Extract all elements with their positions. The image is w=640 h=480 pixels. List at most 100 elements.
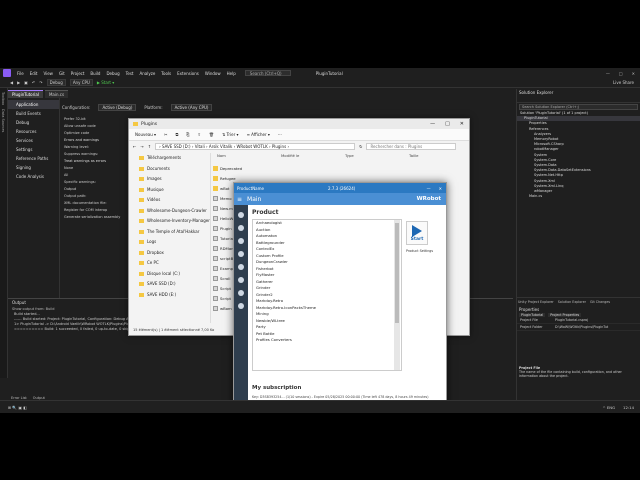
product-item[interactable]: Profiles Converters	[253, 337, 401, 344]
scrollbar-thumb[interactable]	[395, 223, 399, 323]
tab-main-cs[interactable]: Main.cs	[44, 90, 69, 98]
nav-item[interactable]: Disque local (C:)	[129, 269, 210, 280]
profile-icon[interactable]	[238, 238, 244, 244]
nav-build-events[interactable]: Build Events	[8, 109, 59, 118]
unsafe-code-checkbox[interactable]: Allow unsafe code	[64, 123, 120, 130]
more-icon[interactable]: ···	[278, 132, 282, 137]
prefer-32bit-checkbox[interactable]: Prefer 32-bit	[64, 116, 120, 123]
nav-reference-paths[interactable]: Reference Paths	[8, 154, 59, 163]
nav-code-analysis[interactable]: Code Analysis	[8, 172, 59, 181]
config-select[interactable]: Active (Debug)	[98, 103, 137, 111]
nav-item[interactable]: SAVE SSD (D:)	[129, 279, 210, 290]
nav-item[interactable]: Ce PC	[129, 258, 210, 269]
nav-application[interactable]: Application	[8, 100, 59, 109]
tools-icon[interactable]	[238, 251, 244, 257]
nav-debug[interactable]: Debug	[8, 118, 59, 127]
col-modified[interactable]: Modifié le	[277, 153, 341, 161]
nav-item[interactable]: Wholesome-Inventory-Manager	[129, 216, 210, 227]
col-name[interactable]: Nom	[213, 153, 277, 161]
optimize-code-checkbox[interactable]: Optimize code	[64, 130, 120, 137]
main-cs-node[interactable]: Main.cs	[517, 194, 640, 199]
share-icon[interactable]: ⇪	[198, 132, 201, 137]
com-interop-checkbox[interactable]: Register for COM interop	[64, 207, 120, 214]
nav-resources[interactable]: Resources	[8, 127, 59, 136]
menu-extensions[interactable]: Extensions	[174, 71, 202, 76]
product-settings-button[interactable]: Product Settings	[406, 249, 433, 253]
platform-dropdown[interactable]: Any CPU	[69, 79, 93, 86]
map-icon[interactable]	[238, 264, 244, 270]
tab-solution-explorer[interactable]: Solution Explorer	[558, 300, 586, 304]
col-size[interactable]: Taille	[405, 153, 469, 161]
tray-icons[interactable]: ^ ENG	[602, 405, 615, 410]
nav-settings[interactable]: Settings	[8, 145, 59, 154]
toolbox-tab[interactable]: Toolbox	[1, 92, 5, 105]
menu-edit[interactable]: Edit	[27, 71, 41, 76]
property-row[interactable]: Project Folder D:\WoW\WOtlk\Plugins\Plug…	[517, 324, 640, 331]
nav-item[interactable]: Documents	[129, 164, 210, 175]
up-icon[interactable]: ↑	[148, 144, 151, 149]
tab-unity-explorer[interactable]: Unity Project Explorer	[518, 300, 554, 304]
redo-icon[interactable]: ↷	[39, 80, 42, 85]
nav-item[interactable]: SAVE HDD (E:)	[129, 290, 210, 301]
col-type[interactable]: Type	[341, 153, 405, 161]
cut-icon[interactable]: ✂	[164, 132, 167, 137]
close-icon[interactable]: ✕	[460, 121, 464, 127]
back-icon[interactable]: ←	[133, 144, 136, 149]
search-box[interactable]: Search (Ctrl+Q)	[244, 70, 291, 76]
nav-signing[interactable]: Signing	[8, 163, 59, 172]
log-icon[interactable]	[238, 290, 244, 296]
nav-item[interactable]: Musique	[129, 185, 210, 196]
live-share-button[interactable]: Live Share	[613, 80, 634, 85]
solution-search-input[interactable]: Search Solution Explorer (Ctrl+;)	[519, 104, 638, 110]
new-button[interactable]: Nouveau ▾	[135, 132, 156, 137]
save-icon[interactable]: ▣	[24, 80, 28, 85]
copy-icon[interactable]: ⧉	[175, 132, 178, 137]
home-icon[interactable]	[238, 212, 244, 218]
sort-button[interactable]: ⇅ Trier ▾	[222, 132, 239, 137]
close-icon[interactable]: ✕	[439, 186, 442, 191]
delete-icon[interactable]: 🗑	[209, 132, 214, 137]
tab-git-changes[interactable]: Git Changes	[590, 300, 610, 304]
radio-all[interactable]: All	[64, 172, 120, 179]
nav-item[interactable]: Wholesome-Dungeon-Crawler	[129, 206, 210, 217]
radio-none[interactable]: None	[64, 165, 120, 172]
nav-services[interactable]: Services	[8, 136, 59, 145]
close-icon[interactable]: ✕	[632, 71, 635, 76]
menu-analyze[interactable]: Analyze	[137, 71, 159, 76]
menu-help[interactable]: Help	[224, 71, 239, 76]
view-button[interactable]: ≡ Afficher ▾	[247, 132, 270, 137]
back-icon[interactable]: ◀	[10, 80, 13, 85]
nav-item[interactable]: Images	[129, 174, 210, 185]
menu-tools[interactable]: Tools	[158, 71, 174, 76]
hamburger-icon[interactable]: ≡	[237, 196, 242, 203]
nav-item[interactable]: Téléchargements	[129, 153, 210, 164]
start-button[interactable]: ▶ Start ▾	[97, 80, 114, 85]
plugins-icon[interactable]	[238, 277, 244, 283]
minimize-icon[interactable]: —	[606, 71, 610, 76]
menu-build[interactable]: Build	[87, 71, 103, 76]
menu-window[interactable]: Window	[202, 71, 224, 76]
property-row[interactable]: Project File PluginTutorial.csproj	[517, 317, 640, 324]
nav-item[interactable]: Vidéos	[129, 195, 210, 206]
maximize-icon[interactable]: □	[445, 121, 450, 127]
nav-item[interactable]: The Temple of Atal'Hakkar	[129, 227, 210, 238]
address-bar[interactable]: › SAVE SSD (D:) › Vitali › Arsik Vitalik…	[155, 142, 356, 150]
forward-icon[interactable]: ▶	[17, 80, 20, 85]
minimize-icon[interactable]: —	[427, 186, 431, 191]
undo-icon[interactable]: ↶	[32, 80, 35, 85]
menu-view[interactable]: View	[40, 71, 56, 76]
radio-specific-warnings[interactable]: Specific warnings:	[64, 179, 120, 186]
minimize-icon[interactable]: —	[430, 121, 435, 127]
platform-select[interactable]: Active (Any CPU)	[170, 103, 213, 111]
maximize-icon[interactable]: □	[619, 71, 623, 76]
config-dropdown[interactable]: Debug	[46, 79, 66, 86]
taskbar-apps[interactable]: ⊞ 🔍 ▣ ◧	[8, 405, 27, 410]
nav-item[interactable]: Dropbox	[129, 248, 210, 259]
data-sources-tab[interactable]: Data Sources	[1, 109, 5, 132]
xml-doc-checkbox[interactable]: XML documentation file:	[64, 200, 120, 207]
menu-project[interactable]: Project	[68, 71, 88, 76]
file-row[interactable]: Deprecated	[213, 163, 253, 173]
start-button[interactable]: Start	[406, 221, 428, 245]
menu-test[interactable]: Test	[123, 71, 137, 76]
menu-git[interactable]: Git	[56, 71, 68, 76]
